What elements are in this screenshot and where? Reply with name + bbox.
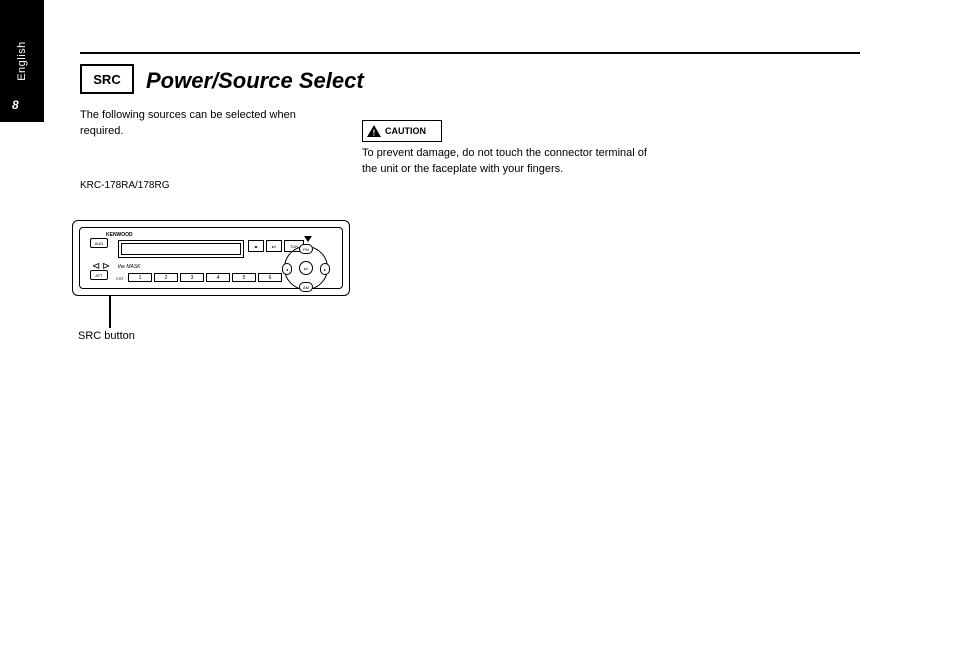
rewind-icon: ◂▸ (248, 240, 264, 252)
seek-prev-icon: ⊲ (92, 254, 100, 278)
page-title: Power/Source Select (146, 68, 364, 94)
side-tab: English (0, 0, 44, 122)
mask-label: the MASK (118, 264, 141, 270)
preset-2-icon: 2 (154, 273, 178, 282)
dpad-group: FM AM ◂ ▸ ▸‖ (284, 246, 328, 290)
cst-label: CST (116, 276, 124, 281)
caution-paragraph: To prevent damage, do not touch the conn… (362, 146, 662, 178)
warning-triangle-icon: ! (367, 125, 381, 137)
caution-box: ! CAUTION (362, 120, 442, 142)
header-rule (80, 52, 860, 54)
preset-6-icon: 6 (258, 273, 282, 282)
aud-button-icon: AUD (90, 238, 108, 248)
preset-5-icon: 5 (232, 273, 256, 282)
diagram-model-label: KRC-178RA/178RG (80, 180, 169, 191)
cassette-inner-icon (121, 243, 241, 255)
preset-row: 1 2 3 4 5 6 (128, 273, 282, 282)
page-number: 8 (12, 98, 19, 112)
intro-paragraph: The following sources can be selected wh… (80, 108, 340, 140)
faceplate-diagram: KENWOOD AUD ATT ⊲ ⊲ the MASK CST ◂▸ ▸‖ T… (72, 220, 350, 296)
left-column: The following sources can be selected wh… (80, 108, 340, 140)
preset-1-icon: 1 (128, 273, 152, 282)
eject-arrow-icon (304, 236, 312, 242)
right-column: ! CAUTION To prevent damage, do not touc… (362, 120, 662, 178)
src-badge: SRC (80, 64, 134, 94)
dpad-am-icon: AM (299, 282, 313, 292)
svg-text:!: ! (373, 129, 376, 138)
src-badge-label: SRC (93, 72, 120, 87)
preset-3-icon: 3 (180, 273, 204, 282)
faceplate-outline: KENWOOD AUD ATT ⊲ ⊲ the MASK CST ◂▸ ▸‖ T… (72, 220, 350, 296)
dpad-left-icon: ◂ (282, 263, 292, 275)
callout-label: SRC button (78, 330, 135, 342)
dpad-right-icon: ▸ (320, 263, 330, 275)
callout-line (109, 296, 111, 328)
dpad-fm-icon: FM (299, 244, 313, 254)
preset-4-icon: 4 (206, 273, 230, 282)
brand-label: KENWOOD (106, 232, 133, 238)
play-pause-icon: ▸‖ (266, 240, 282, 252)
cassette-slot-icon (118, 240, 244, 258)
dpad-center-icon: ▸‖ (299, 261, 313, 275)
seek-next-icon: ⊲ (102, 254, 110, 278)
caution-label: CAUTION (385, 126, 426, 136)
side-tab-language: English (16, 41, 28, 81)
faceplate-inner: KENWOOD AUD ATT ⊲ ⊲ the MASK CST ◂▸ ▸‖ T… (79, 227, 343, 289)
